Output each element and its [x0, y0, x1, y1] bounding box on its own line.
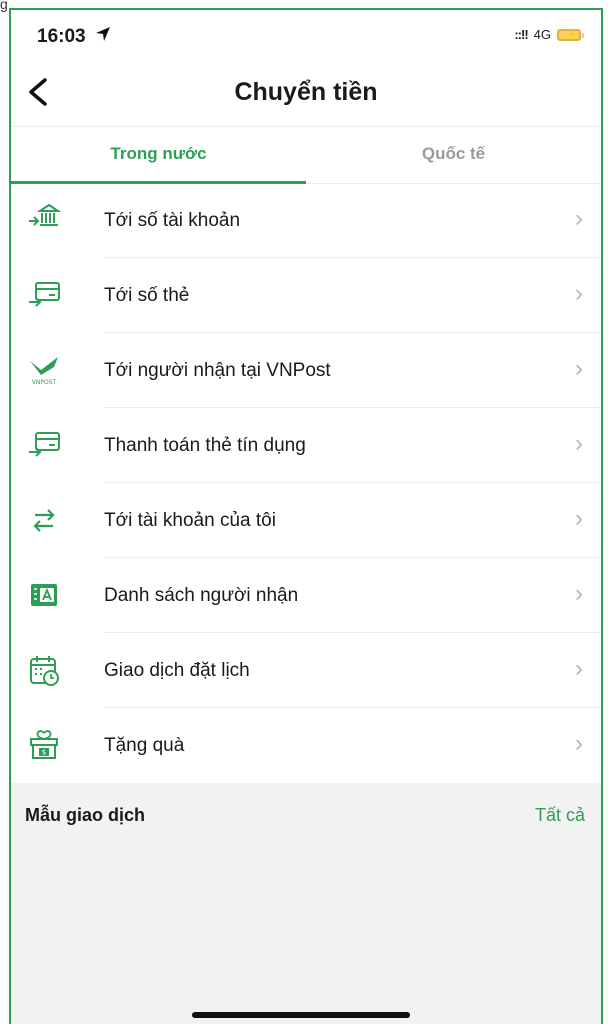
bank-transfer-icon — [29, 203, 61, 226]
location-arrow-icon — [96, 27, 110, 41]
see-all-link[interactable]: Tất cả — [535, 805, 585, 826]
transfer-menu: Tới số tài khoản › Tới số thẻ › VNPOST T… — [11, 183, 601, 783]
menu-item-own-account[interactable]: Tới tài khoản của tôi › — [11, 483, 601, 558]
menu-item-label: Giao dịch đặt lịch — [104, 660, 250, 681]
chevron-right-icon: › — [575, 430, 583, 457]
home-indicator[interactable] — [192, 1012, 410, 1018]
tab-domestic[interactable]: Trong nước — [11, 127, 306, 184]
nav-header: Chuyển tiền — [11, 66, 601, 118]
menu-item-vnpost[interactable]: VNPOST Tới người nhận tại VNPost › — [11, 333, 601, 408]
calendar-clock-icon — [30, 656, 59, 686]
gift-icon: $ — [30, 730, 58, 759]
svg-text:$: $ — [42, 749, 46, 757]
menu-item-card-number[interactable]: Tới số thẻ › — [11, 258, 601, 333]
page-title: Chuyển tiền — [234, 78, 378, 106]
card-transfer-icon — [29, 282, 60, 307]
network-label: 4G — [533, 27, 551, 42]
transaction-templates-section: Mẫu giao dịch Tất cả — [11, 783, 601, 1024]
phone-screen: 16:03 ::!! 4G ⚡ Chuyển tiền Trong nước Q… — [9, 8, 603, 1024]
vnpost-icon: VNPOST — [30, 357, 58, 386]
chevron-right-icon: › — [575, 580, 583, 607]
status-time: 16:03 — [37, 26, 86, 47]
menu-item-gift[interactable]: $ Tặng quà › — [11, 708, 601, 783]
menu-item-scheduled[interactable]: Giao dịch đặt lịch › — [11, 633, 601, 708]
battery-icon: ⚡ — [557, 28, 584, 41]
chevron-right-icon: › — [575, 205, 583, 232]
menu-item-account-number[interactable]: Tới số tài khoản › — [11, 183, 601, 258]
menu-item-label: Tới tài khoản của tôi — [104, 510, 276, 531]
menu-item-recipient-list[interactable]: Danh sách người nhận › — [11, 558, 601, 633]
status-bar: 16:03 ::!! 4G ⚡ — [11, 10, 601, 60]
section-title: Mẫu giao dịch — [25, 805, 146, 825]
menu-item-label: Tới người nhận tại VNPost — [104, 360, 331, 381]
swap-arrows-icon — [33, 509, 55, 532]
credit-card-payment-icon — [29, 432, 60, 457]
menu-item-label: Thanh toán thẻ tín dụng — [104, 435, 306, 456]
menu-item-label: Tặng quà — [104, 735, 185, 756]
tab-bar: Trong nước Quốc tế — [11, 126, 601, 184]
menu-item-label: Tới số thẻ — [104, 285, 190, 306]
menu-item-label: Tới số tài khoản — [104, 210, 241, 231]
tab-international[interactable]: Quốc tế — [306, 127, 601, 183]
chevron-right-icon: › — [575, 355, 583, 382]
contact-card-icon — [31, 584, 57, 606]
chevron-right-icon: › — [575, 730, 583, 757]
chevron-right-icon: › — [575, 655, 583, 682]
menu-item-label: Danh sách người nhận — [104, 585, 299, 606]
chevron-right-icon: › — [575, 280, 583, 307]
svg-text:VNPOST: VNPOST — [32, 379, 57, 386]
signal-icon: ::!! — [514, 27, 528, 42]
menu-item-credit-card-payment[interactable]: Thanh toán thẻ tín dụng › — [11, 408, 601, 483]
chevron-right-icon: › — [575, 505, 583, 532]
status-indicators: ::!! 4G ⚡ — [514, 27, 584, 42]
cropped-edge-text: g — [0, 0, 8, 12]
